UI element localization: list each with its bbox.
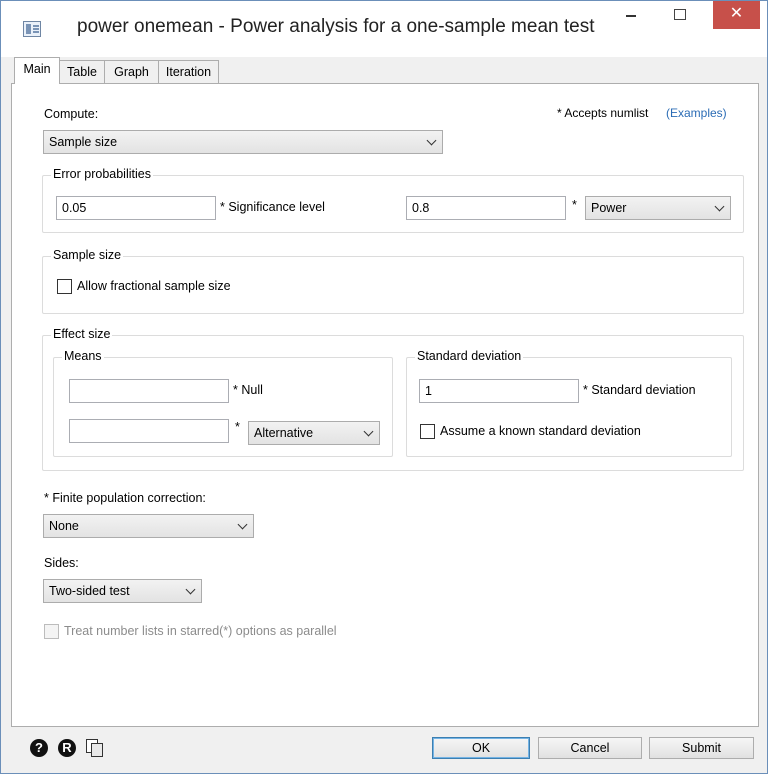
- fractional-sample-size-checkbox[interactable]: [57, 279, 72, 294]
- significance-level-input[interactable]: 0.05: [56, 196, 216, 220]
- fpc-select[interactable]: None: [43, 514, 254, 538]
- alternative-select-value: Alternative: [254, 426, 314, 440]
- alternative-select[interactable]: Alternative: [248, 421, 380, 445]
- tab-graph[interactable]: Graph: [104, 60, 159, 84]
- chevron-down-icon: [363, 426, 374, 437]
- copy-command-icon[interactable]: [86, 739, 103, 757]
- null-mean-input[interactable]: [69, 379, 229, 403]
- standard-deviation-input[interactable]: 1: [419, 379, 579, 403]
- ok-button[interactable]: OK: [432, 737, 530, 759]
- sides-label: Sides:: [44, 556, 79, 570]
- known-sd-checkbox[interactable]: [420, 424, 435, 439]
- alternative-star: *: [235, 420, 240, 434]
- fpc-select-value: None: [49, 519, 79, 533]
- compute-select[interactable]: Sample size: [43, 130, 443, 154]
- numlist-note: * Accepts numlist: [557, 106, 649, 120]
- standard-deviation-group: Standard deviation 1 * Standard deviatio…: [406, 349, 732, 457]
- parallel-label: Treat number lists in starred(*) options…: [64, 624, 337, 638]
- main-tab-panel: Compute: * Accepts numlist (Examples) Sa…: [11, 83, 759, 727]
- tab-iteration[interactable]: Iteration: [158, 60, 219, 84]
- standard-deviation-label: * Standard deviation: [583, 383, 696, 397]
- cancel-button[interactable]: Cancel: [538, 737, 642, 759]
- means-group: Means * Null * Alternative: [53, 349, 393, 457]
- examples-link[interactable]: (Examples): [666, 106, 727, 120]
- effect-size-group: Effect size Means * Null * Alternative S…: [42, 327, 744, 471]
- power-input[interactable]: 0.8: [406, 196, 566, 220]
- means-title: Means: [62, 349, 104, 363]
- alternative-mean-input[interactable]: [69, 419, 229, 443]
- tab-table[interactable]: Table: [59, 60, 105, 84]
- reset-icon[interactable]: R: [58, 739, 76, 757]
- help-icon[interactable]: ?: [30, 739, 48, 757]
- sample-size-group: Sample size Allow fractional sample size: [42, 248, 744, 314]
- chevron-down-icon: [714, 201, 725, 212]
- power-type-value: Power: [591, 201, 627, 215]
- error-probabilities-group: Error probabilities 0.05 * Significance …: [42, 167, 744, 233]
- chevron-down-icon: [185, 584, 196, 595]
- maximize-button[interactable]: [657, 1, 703, 31]
- window-title: power onemean - Power analysis for a one…: [77, 16, 595, 37]
- compute-label: Compute:: [44, 107, 99, 121]
- minimize-button[interactable]: [609, 1, 655, 31]
- standard-deviation-title: Standard deviation: [415, 349, 524, 363]
- null-mean-label: * Null: [233, 383, 263, 397]
- title-bar[interactable]: power onemean - Power analysis for a one…: [1, 1, 767, 57]
- power-type-select[interactable]: Power: [585, 196, 731, 220]
- compute-select-value: Sample size: [49, 135, 118, 149]
- dialog-window: power onemean - Power analysis for a one…: [0, 0, 768, 774]
- significance-level-label: * Significance level: [220, 200, 325, 214]
- sides-select-value: Two-sided test: [49, 584, 130, 598]
- effect-size-title: Effect size: [51, 327, 113, 341]
- chevron-down-icon: [237, 519, 248, 530]
- parallel-checkbox[interactable]: [44, 624, 59, 639]
- close-button[interactable]: ✕: [713, 1, 760, 29]
- fractional-sample-size-label: Allow fractional sample size: [77, 279, 231, 293]
- known-sd-label: Assume a known standard deviation: [440, 424, 641, 438]
- sample-size-title: Sample size: [51, 248, 124, 262]
- table-dialog-icon[interactable]: [23, 21, 41, 37]
- chevron-down-icon: [426, 135, 437, 146]
- submit-button[interactable]: Submit: [649, 737, 754, 759]
- fpc-label: * Finite population correction:: [44, 491, 206, 505]
- tab-main[interactable]: Main: [14, 57, 60, 84]
- sides-select[interactable]: Two-sided test: [43, 579, 202, 603]
- power-star: *: [572, 198, 577, 212]
- error-probabilities-title: Error probabilities: [51, 167, 153, 181]
